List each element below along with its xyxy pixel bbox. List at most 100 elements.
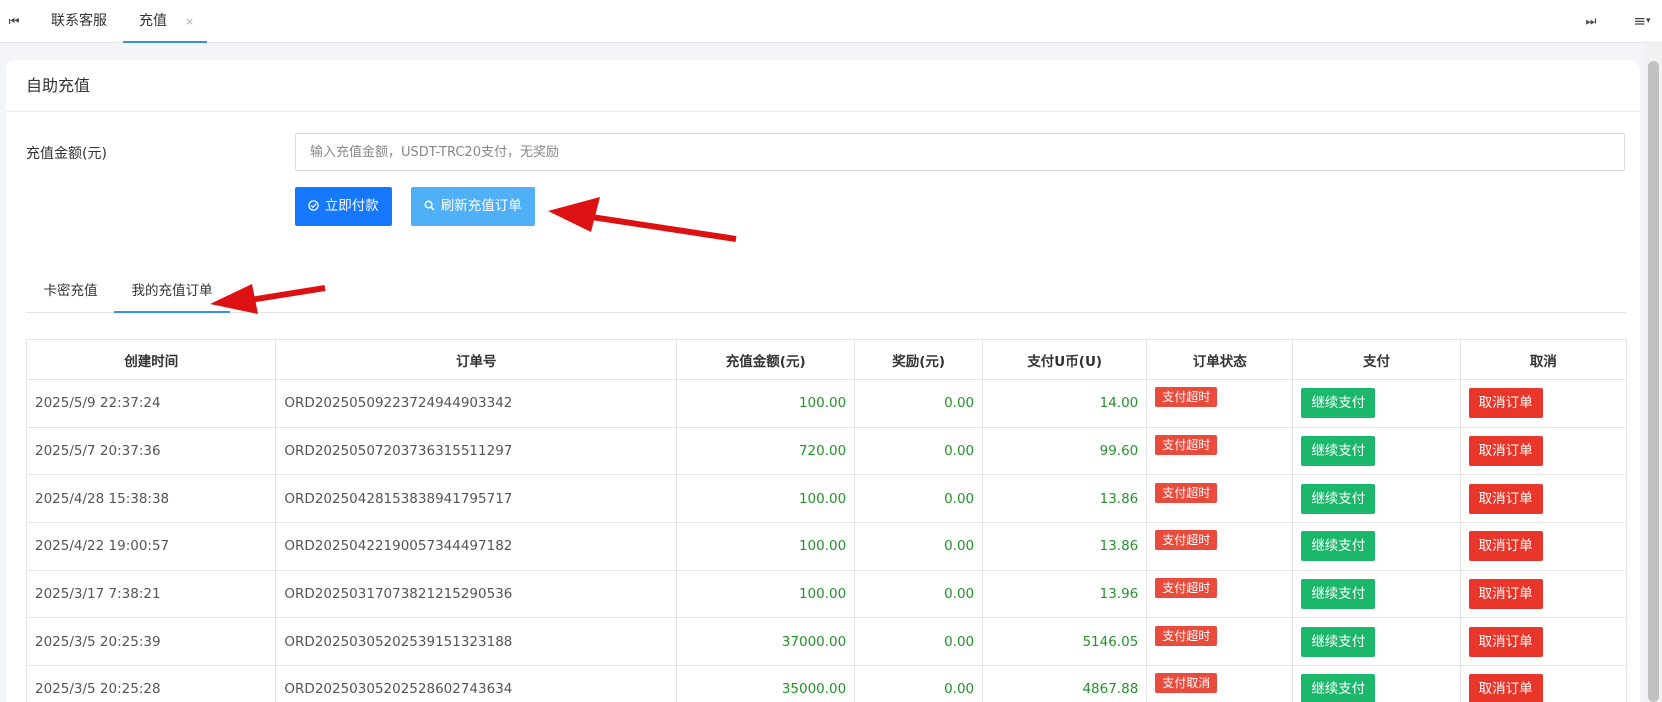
header-order-no: 订单号 [275, 339, 678, 380]
continue-pay-button[interactable]: 继续支付 [1301, 483, 1376, 514]
header-status: 订单状态 [1146, 339, 1294, 380]
status-badge: 支付超时 [1155, 530, 1218, 551]
cell-reward: 0.00 [854, 474, 984, 524]
cell-status: 支付超时 [1146, 379, 1294, 428]
table-row: 2025/3/5 20:25:39 ORD20250305202539151323… [25, 617, 1628, 667]
refresh-orders-button[interactable]: 刷新充值订单 [411, 187, 535, 226]
cell-reward: 0.00 [854, 426, 984, 476]
cell-amount: 35000.00 [676, 665, 856, 702]
header-amount: 充值金额(元) [676, 339, 856, 380]
check-circle-icon [308, 200, 323, 213]
cell-pay: 继续支付 [1292, 522, 1461, 571]
cell-cancel: 取消订单 [1459, 522, 1628, 571]
cell-pay: 继续支付 [1292, 426, 1461, 476]
cancel-order-button[interactable]: 取消订单 [1468, 436, 1543, 467]
pay-now-label: 立即付款 [324, 198, 379, 214]
cell-amount: 100.00 [676, 379, 856, 428]
cell-order-no: ORD20250305202539151323188 [275, 617, 678, 667]
cell-usdt: 13.96 [982, 569, 1148, 619]
tab-menu-button[interactable]: ≡▾ [1622, 0, 1662, 43]
cell-order-no: ORD20250305202528602743634 [275, 665, 678, 702]
tab-customer-service[interactable]: 联系客服 [28, 0, 130, 43]
cell-status: 支付超时 [1146, 426, 1294, 476]
cell-status: 支付取消 [1146, 665, 1294, 702]
header-reward: 奖励(元) [854, 339, 984, 380]
header-pay: 支付 [1292, 339, 1461, 380]
continue-pay-button[interactable]: 继续支付 [1301, 674, 1376, 702]
cancel-order-button[interactable]: 取消订单 [1468, 674, 1543, 702]
cancel-order-button[interactable]: 取消订单 [1468, 483, 1543, 514]
cell-created-time: 2025/5/9 22:37:24 [25, 379, 277, 428]
app-root: ⏮ 联系客服 充值 × ⏭ ≡▾ 自助充值 充值金额(元) 立即付款 [0, 0, 1662, 702]
cell-usdt: 14.00 [982, 379, 1148, 428]
scroll-tabs-left-icon[interactable]: ⏮ [0, 0, 28, 43]
continue-pay-button[interactable]: 继续支付 [1301, 388, 1376, 419]
table-row: 2025/5/7 20:37:36 ORD20250507203736315511… [25, 426, 1628, 476]
cell-created-time: 2025/5/7 20:37:36 [25, 426, 277, 476]
vertical-scrollbar[interactable] [1645, 43, 1662, 702]
cell-status: 支付超时 [1146, 474, 1294, 524]
cell-pay: 继续支付 [1292, 665, 1461, 702]
cell-reward: 0.00 [854, 569, 984, 619]
cell-cancel: 取消订单 [1459, 569, 1628, 619]
tab-customer-service-label: 联系客服 [51, 13, 107, 29]
cell-cancel: 取消订单 [1459, 426, 1628, 476]
cell-cancel: 取消订单 [1459, 379, 1628, 428]
cell-order-no: ORD2025050922372494490334​2 [275, 379, 678, 428]
cell-usdt: 99.60 [982, 426, 1148, 476]
cell-order-no: ORD20250317073821215290536 [275, 569, 678, 619]
table-row: 2025/3/5 20:25:28 ORD20250305202528602743… [25, 665, 1628, 702]
cell-usdt: 4867.88 [982, 665, 1148, 702]
header-usdt: 支付U币(U) [982, 339, 1148, 380]
cell-created-time: 2025/3/5 20:25:28 [25, 665, 277, 702]
cell-amount: 100.00 [676, 522, 856, 571]
orders-table: 创建时间 订单号 充值金额(元) 奖励(元) 支付U币(U) 订单状态 支付 取… [25, 339, 1628, 702]
cell-amount: 37000.00 [676, 617, 856, 667]
cell-order-no: ORD20250507203736315511297 [275, 426, 678, 476]
cell-reward: 0.00 [854, 665, 984, 702]
continue-pay-button[interactable]: 继续支付 [1301, 531, 1376, 562]
close-icon[interactable]: × [185, 0, 194, 43]
card-title: 自助充值 [6, 60, 1640, 112]
cell-created-time: 2025/3/17 7:38:21 [25, 569, 277, 619]
scroll-tabs-right-icon[interactable]: ⏭ [1577, 0, 1605, 43]
subtab-card-recharge[interactable]: 卡密充值 [26, 270, 115, 313]
cell-pay: 继续支付 [1292, 379, 1461, 428]
recharge-card: 自助充值 充值金额(元) 立即付款 刷新充值订单 卡密充值 我的充值订单 [6, 60, 1640, 702]
cancel-order-button[interactable]: 取消订单 [1468, 579, 1543, 610]
table-header-row: 创建时间 订单号 充值金额(元) 奖励(元) 支付U币(U) 订单状态 支付 取… [25, 339, 1628, 380]
cell-created-time: 2025/3/5 20:25:39 [25, 617, 277, 667]
pay-now-button[interactable]: 立即付款 [295, 187, 392, 226]
cell-pay: 继续支付 [1292, 569, 1461, 619]
amount-label: 充值金额(元) [26, 146, 107, 162]
header-cancel: 取消 [1459, 339, 1628, 380]
cell-created-time: 2025/4/22 19:00:57 [25, 522, 277, 571]
table-row: 2025/4/22 19:00:57 ORD2025042219005734449… [25, 522, 1628, 571]
continue-pay-button[interactable]: 继续支付 [1301, 626, 1376, 657]
tab-recharge[interactable]: 充值 × [123, 0, 207, 43]
caret-down-icon: ▾ [1646, 16, 1651, 26]
cell-status: 支付超时 [1146, 522, 1294, 571]
cell-reward: 0.00 [854, 379, 984, 428]
tab-recharge-label: 充值 [139, 13, 167, 29]
cell-status: 支付超时 [1146, 569, 1294, 619]
cell-cancel: 取消订单 [1459, 474, 1628, 524]
amount-input[interactable] [295, 133, 1625, 171]
cell-reward: 0.00 [854, 522, 984, 571]
continue-pay-button[interactable]: 继续支付 [1301, 579, 1376, 610]
cancel-order-button[interactable]: 取消订单 [1468, 388, 1543, 419]
subtab-my-orders[interactable]: 我的充值订单 [114, 270, 230, 313]
scrollbar-thumb[interactable] [1648, 61, 1659, 702]
cancel-order-button[interactable]: 取消订单 [1468, 531, 1543, 562]
table-row: 2025/5/9 22:37:24 ORD20250509223724944903… [25, 379, 1628, 428]
table-row: 2025/4/28 15:38:38 ORD2025042815383894179… [25, 474, 1628, 524]
status-badge: 支付超时 [1155, 435, 1218, 456]
cell-usdt: 13.86 [982, 522, 1148, 571]
search-icon [424, 200, 439, 213]
cell-cancel: 取消订单 [1459, 665, 1628, 702]
status-badge: 支付超时 [1155, 578, 1218, 599]
cancel-order-button[interactable]: 取消订单 [1468, 626, 1543, 657]
menu-icon: ≡ [1633, 12, 1647, 30]
continue-pay-button[interactable]: 继续支付 [1301, 436, 1376, 467]
status-badge: 支付超时 [1155, 482, 1218, 503]
